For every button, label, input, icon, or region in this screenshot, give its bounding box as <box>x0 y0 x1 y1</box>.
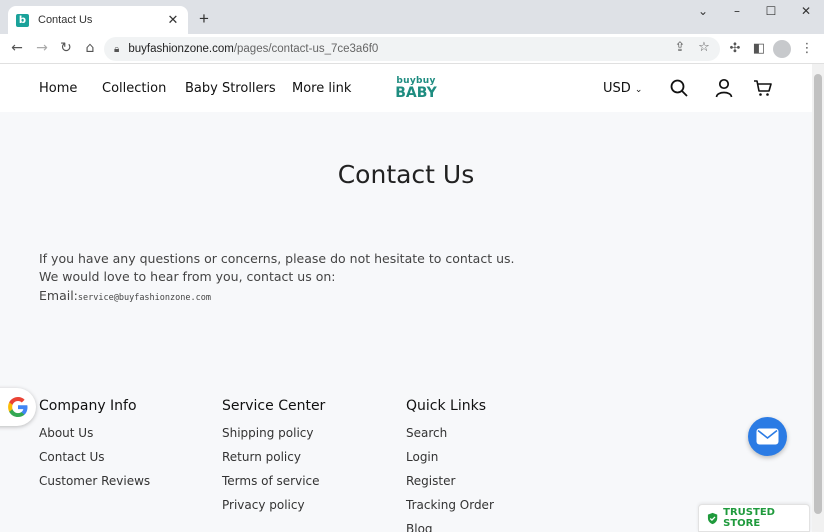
footer-link-login[interactable]: Login <box>406 450 438 464</box>
mail-envelope-icon <box>756 428 779 445</box>
nav-more-link[interactable]: More link <box>292 81 351 96</box>
home-icon[interactable]: ⌂ <box>81 40 99 56</box>
trusted-store-label: TRUSTED STORE <box>723 507 775 529</box>
back-arrow-icon[interactable]: ← <box>8 40 26 56</box>
footer-heading-service-center: Service Center <box>222 398 326 414</box>
trusted-store-badge[interactable]: TRUSTED STORE <box>698 504 810 532</box>
footer-heading-quick-links: Quick Links <box>406 398 487 414</box>
footer-link-search[interactable]: Search <box>406 426 447 440</box>
side-panel-icon[interactable]: ◧ <box>751 41 767 56</box>
footer-link-shipping-policy[interactable]: Shipping policy <box>222 426 314 440</box>
page-title: Contact Us <box>337 160 475 189</box>
footer-link-privacy-policy[interactable]: Privacy policy <box>222 498 305 512</box>
url-text: buyfashionzone.com/pages/contact-us_7ce3… <box>128 43 378 55</box>
cart-icon[interactable] <box>753 78 773 98</box>
logo-text-bottom: BABY <box>395 85 437 101</box>
browser-menu-icon[interactable]: ⋮ <box>799 41 815 56</box>
email-row: Email:service@buyfashionzone.com <box>39 288 211 303</box>
bookmark-star-icon[interactable]: ☆ <box>696 40 712 55</box>
maximize-icon[interactable]: ☐ <box>761 4 781 18</box>
shield-check-icon <box>707 512 718 524</box>
extensions-puzzle-icon[interactable]: ✣ <box>727 41 743 56</box>
chat-mail-button[interactable] <box>748 417 787 456</box>
site-favicon-icon: b <box>16 13 29 27</box>
currency-selector[interactable]: USD ⌄ <box>603 81 642 96</box>
browser-tab[interactable]: b Contact Us ✕ <box>8 6 188 34</box>
footer-heading-company-info: Company Info <box>39 398 137 414</box>
tab-title: Contact Us <box>38 14 93 26</box>
footer-link-return-policy[interactable]: Return policy <box>222 450 301 464</box>
footer-link-blog[interactable]: Blog <box>406 522 433 532</box>
chevron-down-icon: ⌄ <box>634 85 643 95</box>
site-header: Home Collection Baby Strollers More link… <box>0 64 812 112</box>
search-icon[interactable] <box>669 78 689 98</box>
scrollbar-thumb[interactable] <box>814 74 822 514</box>
nav-collection[interactable]: Collection <box>102 81 166 96</box>
window-close-icon[interactable]: ✕ <box>796 4 816 18</box>
footer-link-about-us[interactable]: About Us <box>39 426 93 440</box>
new-tab-button[interactable]: + <box>196 9 212 29</box>
email-address-link[interactable]: service@buyfashionzone.com <box>78 293 211 303</box>
chevron-down-icon[interactable]: ⌄ <box>693 4 713 18</box>
footer-link-customer-reviews[interactable]: Customer Reviews <box>39 474 150 488</box>
nav-home[interactable]: Home <box>39 81 77 96</box>
web-page: Home Collection Baby Strollers More link… <box>0 64 812 532</box>
browser-titlebar: b Contact Us ✕ + ⌄ – ☐ ✕ <box>0 0 824 34</box>
address-bar[interactable]: 🔒︎ buyfashionzone.com/pages/contact-us_7… <box>104 37 720 61</box>
footer-link-terms-of-service[interactable]: Terms of service <box>222 474 320 488</box>
browser-toolbar: ← → ↻ ⌂ 🔒︎ buyfashionzone.com/pages/cont… <box>0 34 824 64</box>
buybuy-baby-logo[interactable]: buybuy BABY <box>394 76 438 102</box>
share-icon[interactable]: ⇪ <box>672 40 688 55</box>
page-scrollbar[interactable] <box>812 64 824 532</box>
profile-avatar[interactable] <box>773 40 791 58</box>
contact-text-line2: We would love to hear from you, contact … <box>39 269 336 284</box>
email-label: Email: <box>39 288 78 303</box>
minimize-icon[interactable]: – <box>727 4 747 18</box>
footer-link-contact-us[interactable]: Contact Us <box>39 450 105 464</box>
url-host: buyfashionzone.com <box>128 43 234 55</box>
google-reviews-badge[interactable] <box>0 388 36 426</box>
footer-link-register[interactable]: Register <box>406 474 455 488</box>
forward-arrow-icon[interactable]: → <box>33 40 51 56</box>
reload-icon[interactable]: ↻ <box>57 40 75 56</box>
nav-baby-strollers[interactable]: Baby Strollers <box>185 81 276 96</box>
lock-icon: 🔒︎ <box>114 43 120 55</box>
footer-link-tracking-order[interactable]: Tracking Order <box>406 498 494 512</box>
currency-value: USD <box>603 81 631 96</box>
google-g-icon <box>8 397 28 417</box>
contact-text-line1: If you have any questions or concerns, p… <box>39 251 515 266</box>
account-icon[interactable] <box>714 78 734 98</box>
tab-close-icon[interactable]: ✕ <box>166 12 180 28</box>
url-path: /pages/contact-us_7ce3a6f0 <box>233 43 379 55</box>
